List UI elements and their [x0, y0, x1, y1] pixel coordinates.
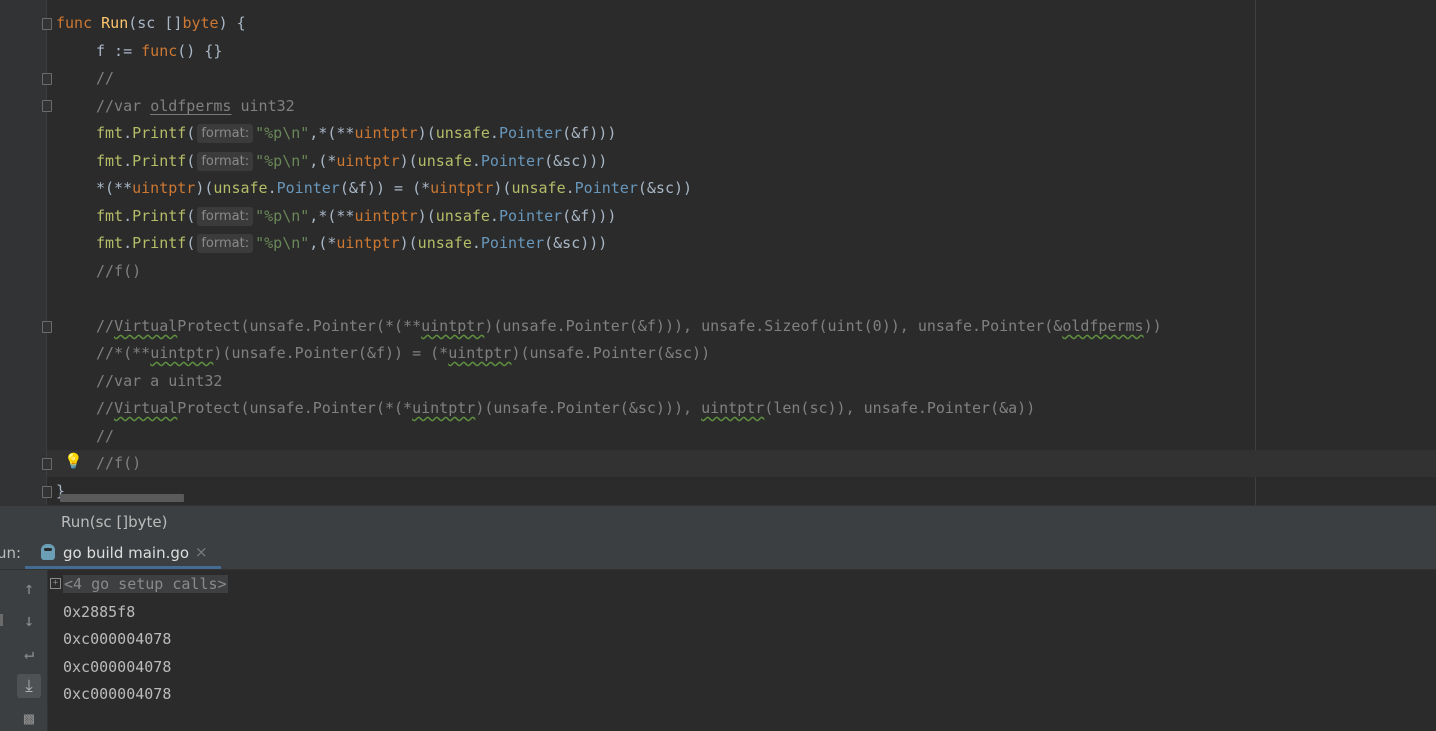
expand-icon[interactable]: + [50, 578, 61, 589]
scroll-to-end-icon[interactable]: ⤓ [17, 674, 41, 698]
code-editor[interactable]: 💡 func Run(sc []byte) { f := func() {} /… [0, 0, 1436, 505]
lightbulb-icon[interactable]: 💡 [64, 452, 83, 470]
code-line[interactable]: *(**uintptr)(unsafe.Pointer(&f)) = (*uin… [96, 175, 692, 202]
setup-calls-fold[interactable]: <4 go setup calls> [63, 575, 228, 593]
param-hint: format: [197, 234, 254, 253]
fold-marker-icon[interactable] [42, 100, 52, 112]
breadcrumb[interactable]: Run(sc []byte) [0, 505, 1436, 537]
fold-marker-icon[interactable] [42, 18, 52, 30]
code-line[interactable]: fmt.Printf(format: "%p\n",*(**uintptr)(un… [96, 120, 616, 147]
console-line[interactable]: <4 go setup calls> [63, 571, 228, 598]
edge-marker [0, 614, 3, 626]
code-line[interactable]: fmt.Printf(format: "%p\n",(*uintptr)(unsa… [96, 230, 607, 257]
soft-wrap-icon[interactable]: ↵ [17, 642, 41, 666]
tab-label: go build main.go [63, 544, 190, 562]
editor-gutter [0, 0, 47, 505]
current-line-highlight [47, 450, 1436, 477]
fold-marker-icon[interactable] [42, 458, 52, 470]
tab-go-build-main[interactable]: go build main.go × [25, 537, 221, 569]
console-line: 0xc000004078 [63, 685, 172, 703]
console-line: 0x2885f8 [63, 603, 136, 621]
go-gopher-icon [41, 544, 55, 560]
fold-marker-icon[interactable] [42, 321, 52, 333]
horizontal-scrollbar[interactable] [60, 494, 184, 502]
param-hint: format: [197, 207, 254, 226]
code-line[interactable]: fmt.Printf(format: "%p\n",*(**uintptr)(un… [96, 203, 616, 230]
run-label: un: [0, 544, 22, 562]
run-tool-window-header: un: go build main.go × [0, 537, 1436, 570]
code-line[interactable]: //f() [96, 450, 141, 477]
breadcrumb-item[interactable]: Run(sc []byte) [61, 513, 168, 531]
code-line[interactable]: //f() [96, 258, 141, 285]
code-line[interactable]: f := func() {} [96, 38, 222, 65]
code-line[interactable]: func Run(sc []byte) { [56, 10, 246, 37]
tab-selected-indicator [25, 566, 221, 569]
fold-marker-icon[interactable] [42, 73, 52, 85]
code-line[interactable]: //var oldfperms uint32 [96, 93, 295, 120]
close-icon[interactable]: × [195, 543, 208, 561]
arrow-up-icon[interactable]: ↑ [17, 577, 41, 601]
code-line[interactable]: //VirtualProtect(unsafe.Pointer(*(*uintp… [96, 395, 1035, 422]
code-line[interactable]: //*(**uintptr)(unsafe.Pointer(&f)) = (*u… [96, 340, 710, 367]
console-toolbar: ↑ ↓ ↵ ⤓ ▩ [0, 570, 48, 731]
run-console[interactable]: ↑ ↓ ↵ ⤓ ▩ + <4 go setup calls> 0x2885f8 … [0, 570, 1436, 731]
fold-marker-icon[interactable] [42, 486, 52, 498]
right-margin-guide [1255, 0, 1256, 505]
param-hint: format: [197, 124, 254, 143]
code-line[interactable]: // [96, 423, 114, 450]
code-line[interactable]: //VirtualProtect(unsafe.Pointer(*(**uint… [96, 313, 1162, 340]
print-icon[interactable]: ▩ [17, 707, 41, 731]
code-line[interactable]: fmt.Printf(format: "%p\n",(*uintptr)(unsa… [96, 148, 607, 175]
param-hint: format: [197, 152, 254, 171]
arrow-down-icon[interactable]: ↓ [17, 609, 41, 633]
code-line[interactable]: // [96, 65, 114, 92]
code-line[interactable]: //var a uint32 [96, 368, 222, 395]
console-line: 0xc000004078 [63, 630, 172, 648]
console-line: 0xc000004078 [63, 658, 172, 676]
